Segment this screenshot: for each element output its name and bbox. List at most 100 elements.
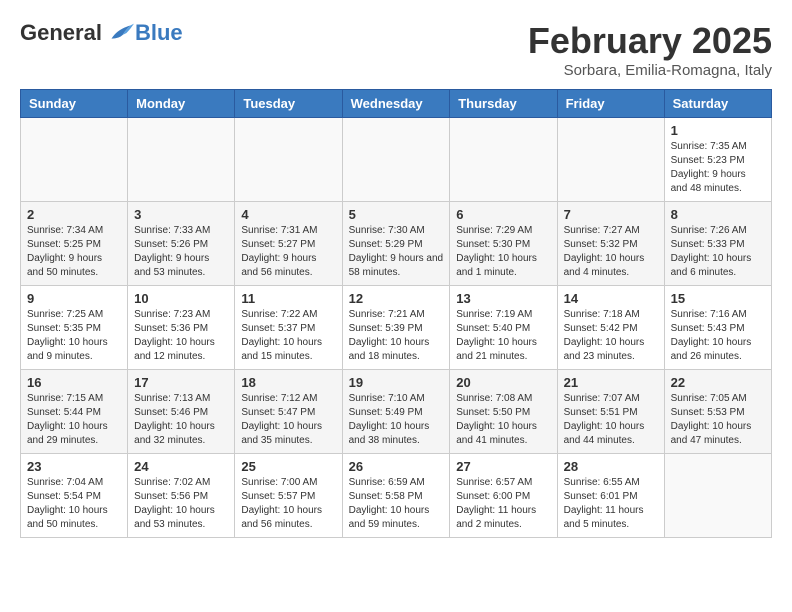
day-cell: 27Sunrise: 6:57 AM Sunset: 6:00 PM Dayli… bbox=[450, 454, 557, 538]
day-info: Sunrise: 7:13 AM Sunset: 5:46 PM Dayligh… bbox=[134, 392, 228, 448]
day-info: Sunrise: 7:21 AM Sunset: 5:39 PM Dayligh… bbox=[349, 308, 444, 364]
day-cell bbox=[128, 118, 235, 202]
day-info: Sunrise: 6:57 AM Sunset: 6:00 PM Dayligh… bbox=[456, 476, 550, 532]
day-cell: 18 Sunrise: 7:12 AM Sunset: 5:47 PM Dayli… bbox=[235, 370, 342, 454]
day-number: 25 bbox=[241, 459, 335, 474]
day-cell: 19Sunrise: 7:10 AM Sunset: 5:49 PM Dayli… bbox=[342, 370, 450, 454]
day-cell: 15 Sunrise: 7:16 AM Sunset: 5:43 PM Dayli… bbox=[664, 286, 771, 370]
day-info: Sunrise: 7:18 AM Sunset: 5:42 PM Dayligh… bbox=[564, 308, 658, 364]
day-info: Sunrise: 7:30 AM Sunset: 5:29 PM Dayligh… bbox=[349, 224, 444, 280]
day-number: 22 bbox=[671, 375, 765, 390]
logo-blue: Blue bbox=[135, 20, 183, 46]
day-number: 26 bbox=[349, 459, 444, 474]
day-cell: 12 Sunrise: 7:21 AM Sunset: 5:39 PM Dayli… bbox=[342, 286, 450, 370]
day-info: Sunrise: 7:22 AM Sunset: 5:37 PM Dayligh… bbox=[241, 308, 335, 364]
day-info: Sunrise: 7:15 AM Sunset: 5:44 PM Dayligh… bbox=[27, 392, 121, 448]
day-cell bbox=[664, 454, 771, 538]
month-title: February 2025 bbox=[528, 20, 772, 62]
day-info: Sunrise: 7:16 AM Sunset: 5:43 PM Dayligh… bbox=[671, 308, 765, 364]
day-cell: 11 Sunrise: 7:22 AM Sunset: 5:37 PM Dayli… bbox=[235, 286, 342, 370]
day-cell: 8 Sunrise: 7:26 AM Sunset: 5:33 PM Daylig… bbox=[664, 202, 771, 286]
day-cell: 10Sunrise: 7:23 AM Sunset: 5:36 PM Dayli… bbox=[128, 286, 235, 370]
day-cell: 6 Sunrise: 7:29 AM Sunset: 5:30 PM Daylig… bbox=[450, 202, 557, 286]
day-number: 4 bbox=[241, 207, 335, 222]
day-cell bbox=[450, 118, 557, 202]
day-cell: 9 Sunrise: 7:25 AM Sunset: 5:35 PM Daylig… bbox=[21, 286, 128, 370]
day-cell: 1 Sunrise: 7:35 AM Sunset: 5:23 PM Daylig… bbox=[664, 118, 771, 202]
day-info: Sunrise: 7:08 AM Sunset: 5:50 PM Dayligh… bbox=[456, 392, 550, 448]
day-cell: 22Sunrise: 7:05 AM Sunset: 5:53 PM Dayli… bbox=[664, 370, 771, 454]
day-number: 9 bbox=[27, 291, 121, 306]
header-row: SundayMondayTuesdayWednesdayThursdayFrid… bbox=[21, 90, 772, 118]
day-info: Sunrise: 6:55 AM Sunset: 6:01 PM Dayligh… bbox=[564, 476, 658, 532]
col-header-monday: Monday bbox=[128, 90, 235, 118]
logo: General Blue bbox=[20, 20, 183, 46]
day-cell bbox=[21, 118, 128, 202]
col-header-sunday: Sunday bbox=[21, 90, 128, 118]
day-number: 24 bbox=[134, 459, 228, 474]
col-header-friday: Friday bbox=[557, 90, 664, 118]
day-info: Sunrise: 7:27 AM Sunset: 5:32 PM Dayligh… bbox=[564, 224, 658, 280]
calendar-table: SundayMondayTuesdayWednesdayThursdayFrid… bbox=[20, 89, 772, 538]
day-number: 28 bbox=[564, 459, 658, 474]
day-cell: 23 Sunrise: 7:04 AM Sunset: 5:54 PM Dayli… bbox=[21, 454, 128, 538]
day-cell: 28 Sunrise: 6:55 AM Sunset: 6:01 PM Dayli… bbox=[557, 454, 664, 538]
day-cell: 13Sunrise: 7:19 AM Sunset: 5:40 PM Dayli… bbox=[450, 286, 557, 370]
title-block: February 2025 Sorbara, Emilia-Romagna, I… bbox=[528, 20, 772, 79]
day-info: Sunrise: 7:19 AM Sunset: 5:40 PM Dayligh… bbox=[456, 308, 550, 364]
day-number: 19 bbox=[349, 375, 444, 390]
day-cell: 2 Sunrise: 7:34 AM Sunset: 5:25 PM Daylig… bbox=[21, 202, 128, 286]
week-row-3: 9 Sunrise: 7:25 AM Sunset: 5:35 PM Daylig… bbox=[21, 286, 772, 370]
day-number: 18 bbox=[241, 375, 335, 390]
day-cell: 17Sunrise: 7:13 AM Sunset: 5:46 PM Dayli… bbox=[128, 370, 235, 454]
day-info: Sunrise: 7:29 AM Sunset: 5:30 PM Dayligh… bbox=[456, 224, 550, 280]
day-cell: 7 Sunrise: 7:27 AM Sunset: 5:32 PM Daylig… bbox=[557, 202, 664, 286]
day-info: Sunrise: 7:12 AM Sunset: 5:47 PM Dayligh… bbox=[241, 392, 335, 448]
col-header-tuesday: Tuesday bbox=[235, 90, 342, 118]
day-number: 12 bbox=[349, 291, 444, 306]
day-number: 15 bbox=[671, 291, 765, 306]
week-row-2: 2 Sunrise: 7:34 AM Sunset: 5:25 PM Daylig… bbox=[21, 202, 772, 286]
logo-general: General bbox=[20, 20, 102, 46]
day-info: Sunrise: 7:35 AM Sunset: 5:23 PM Dayligh… bbox=[671, 140, 765, 196]
calendar-body: 1 Sunrise: 7:35 AM Sunset: 5:23 PM Daylig… bbox=[21, 118, 772, 538]
week-row-1: 1 Sunrise: 7:35 AM Sunset: 5:23 PM Daylig… bbox=[21, 118, 772, 202]
day-number: 14 bbox=[564, 291, 658, 306]
day-number: 11 bbox=[241, 291, 335, 306]
day-number: 8 bbox=[671, 207, 765, 222]
day-cell: 14 Sunrise: 7:18 AM Sunset: 5:42 PM Dayli… bbox=[557, 286, 664, 370]
day-info: Sunrise: 7:00 AM Sunset: 5:57 PM Dayligh… bbox=[241, 476, 335, 532]
day-cell: 3 Sunrise: 7:33 AM Sunset: 5:26 PM Daylig… bbox=[128, 202, 235, 286]
week-row-5: 23 Sunrise: 7:04 AM Sunset: 5:54 PM Dayli… bbox=[21, 454, 772, 538]
day-cell: 4 Sunrise: 7:31 AM Sunset: 5:27 PM Daylig… bbox=[235, 202, 342, 286]
day-number: 5 bbox=[349, 207, 444, 222]
day-info: Sunrise: 7:02 AM Sunset: 5:56 PM Dayligh… bbox=[134, 476, 228, 532]
day-info: Sunrise: 7:26 AM Sunset: 5:33 PM Dayligh… bbox=[671, 224, 765, 280]
day-number: 10 bbox=[134, 291, 228, 306]
day-info: Sunrise: 7:31 AM Sunset: 5:27 PM Dayligh… bbox=[241, 224, 335, 280]
col-header-wednesday: Wednesday bbox=[342, 90, 450, 118]
day-cell: 5 Sunrise: 7:30 AM Sunset: 5:29 PM Daylig… bbox=[342, 202, 450, 286]
day-cell bbox=[342, 118, 450, 202]
day-info: Sunrise: 7:07 AM Sunset: 5:51 PM Dayligh… bbox=[564, 392, 658, 448]
day-number: 2 bbox=[27, 207, 121, 222]
day-info: Sunrise: 7:25 AM Sunset: 5:35 PM Dayligh… bbox=[27, 308, 121, 364]
day-info: Sunrise: 7:33 AM Sunset: 5:26 PM Dayligh… bbox=[134, 224, 228, 280]
col-header-saturday: Saturday bbox=[664, 90, 771, 118]
day-number: 20 bbox=[456, 375, 550, 390]
location: Sorbara, Emilia-Romagna, Italy bbox=[528, 62, 772, 79]
logo-bird-icon bbox=[104, 21, 134, 45]
day-cell bbox=[557, 118, 664, 202]
day-number: 7 bbox=[564, 207, 658, 222]
day-number: 1 bbox=[671, 123, 765, 138]
day-cell: 25 Sunrise: 7:00 AM Sunset: 5:57 PM Dayli… bbox=[235, 454, 342, 538]
day-number: 6 bbox=[456, 207, 550, 222]
day-number: 16 bbox=[27, 375, 121, 390]
day-info: Sunrise: 7:04 AM Sunset: 5:54 PM Dayligh… bbox=[27, 476, 121, 532]
day-info: Sunrise: 7:34 AM Sunset: 5:25 PM Dayligh… bbox=[27, 224, 121, 280]
calendar-header: SundayMondayTuesdayWednesdayThursdayFrid… bbox=[21, 90, 772, 118]
day-cell bbox=[235, 118, 342, 202]
day-number: 23 bbox=[27, 459, 121, 474]
day-number: 3 bbox=[134, 207, 228, 222]
day-cell: 21Sunrise: 7:07 AM Sunset: 5:51 PM Dayli… bbox=[557, 370, 664, 454]
